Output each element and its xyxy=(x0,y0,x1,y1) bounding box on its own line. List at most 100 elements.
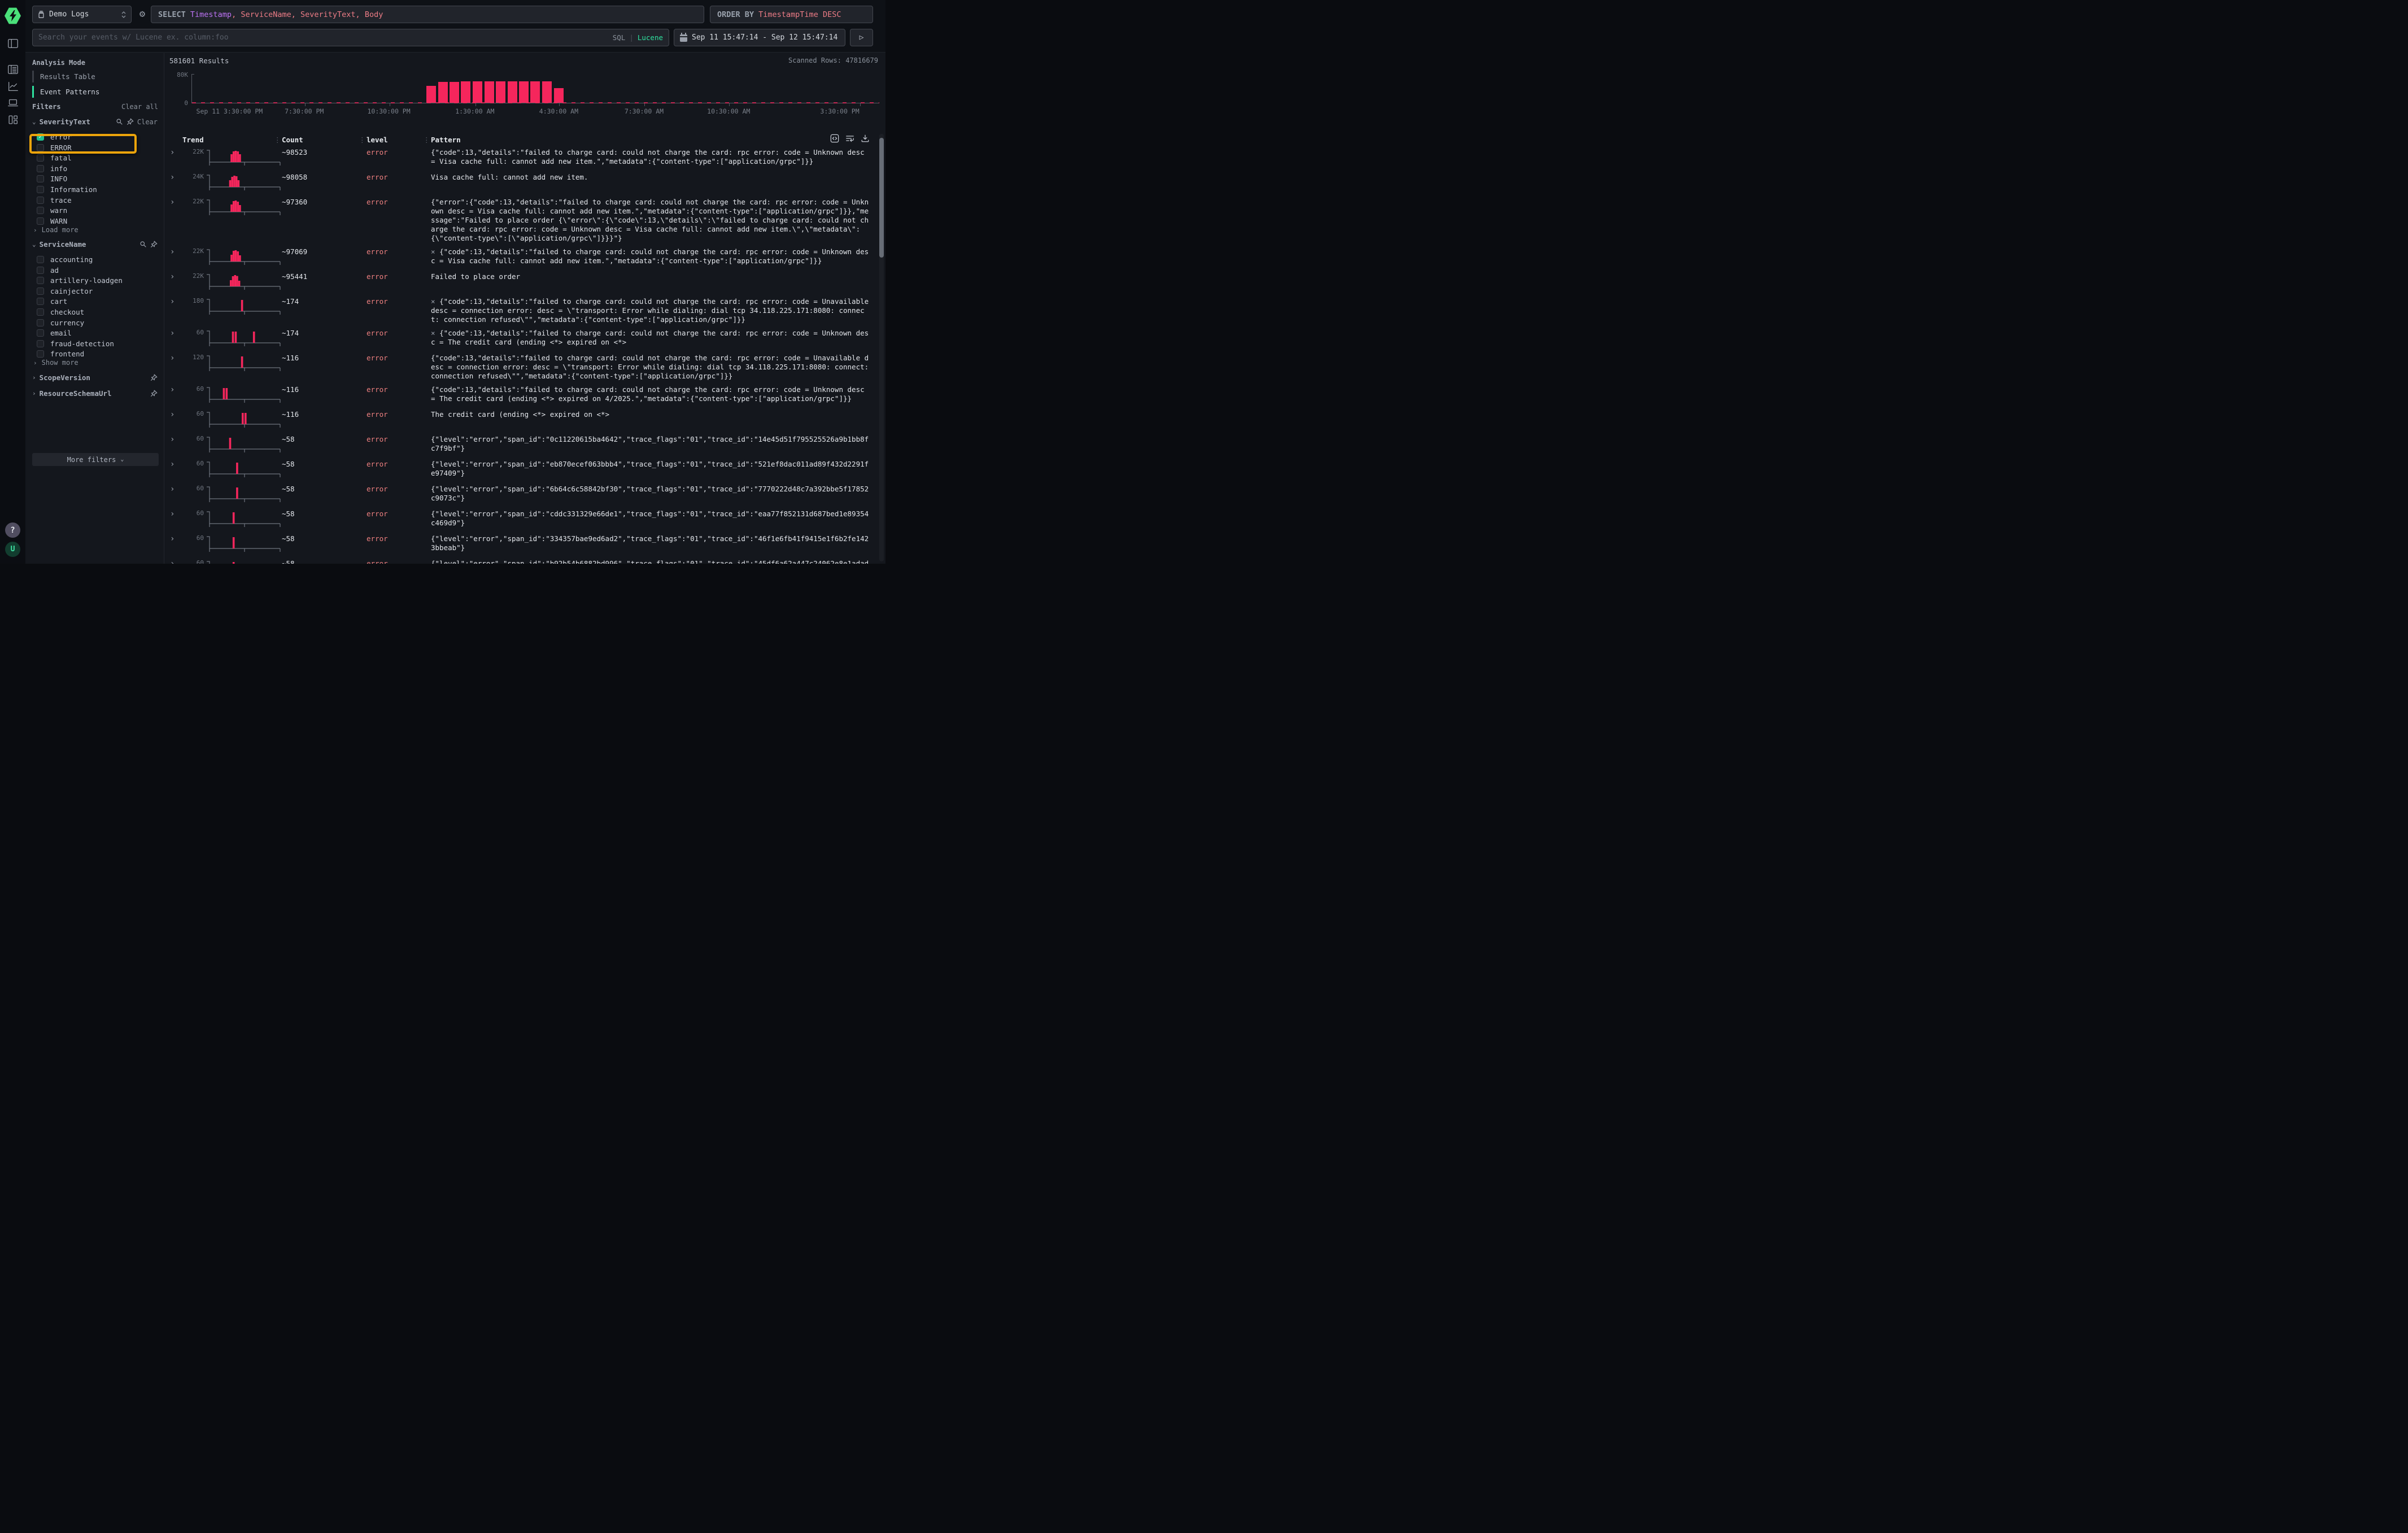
histogram-bar[interactable] xyxy=(438,82,448,103)
checkbox[interactable] xyxy=(37,308,44,316)
order-by-editor[interactable]: ORDER BY TimestampTime DESC xyxy=(710,6,873,23)
col-pattern[interactable]: ⋮Pattern xyxy=(431,136,872,146)
col-count[interactable]: ⋮Count xyxy=(282,136,367,146)
expand-row-icon[interactable]: › xyxy=(168,435,182,444)
analysis-mode-event-patterns[interactable]: Event Patterns xyxy=(32,84,145,99)
pattern-row[interactable]: ›60~58error{"level":"error","span_id":"b… xyxy=(168,556,872,564)
chart-explorer-icon[interactable] xyxy=(6,80,19,93)
histogram-bar[interactable] xyxy=(485,81,494,103)
pattern-row[interactable]: ›60~116error{"code":13,"details":"failed… xyxy=(168,382,872,407)
mode-lucene[interactable]: Lucene xyxy=(638,33,663,42)
checkbox[interactable] xyxy=(37,277,44,284)
pattern-row[interactable]: ›60~116errorThe credit card (ending <*> … xyxy=(168,407,872,432)
pattern-text[interactable]: {"code":13,"details":"failed to charge c… xyxy=(431,354,872,381)
filter-option-ERROR[interactable]: ERROR xyxy=(37,142,158,153)
checkbox[interactable] xyxy=(37,217,44,225)
pattern-row[interactable]: ›22K~95441errorFailed to place order xyxy=(168,269,872,294)
checkbox[interactable] xyxy=(37,298,44,305)
filter-option-currency[interactable]: currency xyxy=(37,317,158,328)
histogram-bar[interactable] xyxy=(473,81,482,103)
pattern-row[interactable]: ›24K~98058errorVisa cache full: cannot a… xyxy=(168,170,872,195)
histogram-bar[interactable] xyxy=(519,81,529,103)
pattern-row[interactable]: ›60~58error{"level":"error","span_id":"6… xyxy=(168,482,872,507)
expand-row-icon[interactable]: › xyxy=(168,509,182,519)
checkbox[interactable] xyxy=(37,186,44,193)
pattern-row[interactable]: ›22K~97069error× {"code":13,"details":"f… xyxy=(168,245,872,269)
expand-row-icon[interactable]: › xyxy=(168,460,182,469)
checkbox[interactable] xyxy=(37,144,44,151)
sessions-icon[interactable] xyxy=(6,96,19,109)
pattern-text[interactable]: × {"code":13,"details":"failed to charge… xyxy=(431,329,872,347)
collapse-sidebar-icon[interactable] xyxy=(6,37,19,50)
histogram-bar[interactable] xyxy=(461,81,470,103)
checkbox[interactable] xyxy=(37,197,44,204)
histogram-bar[interactable] xyxy=(496,81,505,103)
pattern-text[interactable]: {"level":"error","span_id":"334357bae9ed… xyxy=(431,534,872,552)
results-histogram[interactable]: 80K 0 Sep 11 3:30:00 PM7:30:00 PM10:30:0… xyxy=(164,53,885,115)
histogram-bar[interactable] xyxy=(450,82,459,103)
pattern-text[interactable]: {"level":"error","span_id":"0c11220615ba… xyxy=(431,435,872,453)
pattern-text[interactable]: The credit card (ending <*> expired on <… xyxy=(431,410,872,419)
pattern-text[interactable]: {"code":13,"details":"failed to charge c… xyxy=(431,385,872,403)
expand-row-icon[interactable]: › xyxy=(168,247,182,256)
pattern-text[interactable]: × {"code":13,"details":"failed to charge… xyxy=(431,247,872,265)
severity-group-header[interactable]: ⌄ SeverityText Clear xyxy=(32,117,158,126)
filter-option-cart[interactable]: cart xyxy=(37,296,158,307)
expand-row-icon[interactable]: › xyxy=(168,559,182,564)
histogram-bar[interactable] xyxy=(426,86,436,103)
expand-row-icon[interactable]: › xyxy=(168,410,182,419)
pattern-row[interactable]: ›60~58error{"level":"error","span_id":"3… xyxy=(168,532,872,556)
pattern-text[interactable]: {"error":{"code":13,"details":"failed to… xyxy=(431,198,872,243)
source-settings-gear-icon[interactable]: ⚙ xyxy=(136,8,149,20)
service-show-more[interactable]: ›Show more xyxy=(33,359,78,367)
checkbox[interactable] xyxy=(37,340,44,347)
expand-row-icon[interactable]: › xyxy=(168,329,182,338)
pattern-text[interactable]: × {"code":13,"details":"failed to charge… xyxy=(431,297,872,324)
pattern-row[interactable]: ›22K~97360error{"error":{"code":13,"deta… xyxy=(168,195,872,245)
checkbox[interactable] xyxy=(37,267,44,274)
col-level[interactable]: ⋮level xyxy=(367,136,431,146)
expand-row-icon[interactable]: › xyxy=(168,385,182,394)
pattern-text[interactable]: {"code":13,"details":"failed to charge c… xyxy=(431,148,872,166)
checkbox[interactable] xyxy=(37,175,44,182)
date-range-picker[interactable]: Sep 11 15:47:14 - Sep 12 15:47:14 xyxy=(674,29,845,46)
expand-row-icon[interactable]: › xyxy=(168,534,182,543)
search-icon[interactable] xyxy=(139,241,147,248)
filter-option-artillery-loadgen[interactable]: artillery-loadgen xyxy=(37,275,158,286)
pattern-text[interactable]: Visa cache full: cannot add new item. xyxy=(431,173,872,182)
severity-load-more[interactable]: ›Load more xyxy=(33,226,78,234)
expand-row-icon[interactable]: › xyxy=(168,485,182,494)
checkbox[interactable] xyxy=(37,288,44,295)
filter-group-ResourceSchemaUrl[interactable]: ›ResourceSchemaUrl xyxy=(32,389,158,398)
filter-group-ScopeVersion[interactable]: ›ScopeVersion xyxy=(32,373,158,382)
pattern-text[interactable]: {"level":"error","span_id":"6b64c6c58842… xyxy=(431,485,872,503)
checkbox[interactable]: ✓ xyxy=(37,133,44,141)
wrap-text-icon[interactable] xyxy=(845,134,854,143)
expand-row-icon[interactable]: › xyxy=(168,354,182,363)
pattern-row[interactable]: ›60~58error{"level":"error","span_id":"0… xyxy=(168,432,872,457)
col-trend[interactable]: Trend xyxy=(182,136,282,146)
filter-option-email[interactable]: email xyxy=(37,328,158,338)
histogram-bar[interactable] xyxy=(554,88,564,103)
expand-row-icon[interactable]: › xyxy=(168,297,182,306)
filter-option-accounting[interactable]: accounting xyxy=(37,254,158,265)
help-button[interactable]: ? xyxy=(5,522,20,538)
pattern-text[interactable]: {"level":"error","span_id":"eb870ecef063… xyxy=(431,460,872,478)
pattern-row[interactable]: ›22K~98523error{"code":13,"details":"fai… xyxy=(168,145,872,170)
filter-option-fraud-detection[interactable]: fraud-detection xyxy=(37,338,158,349)
expand-row-icon[interactable]: › xyxy=(168,198,182,207)
scrollbar-thumb[interactable] xyxy=(879,138,884,258)
filter-option-checkout[interactable]: checkout xyxy=(37,307,158,317)
checkbox[interactable] xyxy=(37,154,44,162)
service-group-header[interactable]: ⌄ ServiceName xyxy=(32,240,158,249)
expand-row-icon[interactable]: › xyxy=(168,272,182,281)
checkbox[interactable] xyxy=(37,319,44,326)
expand-row-icon[interactable]: › xyxy=(168,173,182,182)
clear-all-link[interactable]: Clear all xyxy=(121,103,158,111)
filter-option-Information[interactable]: Information xyxy=(37,184,158,195)
pin-icon[interactable] xyxy=(150,374,158,381)
pin-icon[interactable] xyxy=(150,390,158,397)
pattern-row[interactable]: ›60~58error{"level":"error","span_id":"c… xyxy=(168,507,872,532)
dashboards-icon[interactable] xyxy=(6,113,19,126)
checkbox[interactable] xyxy=(37,165,44,172)
